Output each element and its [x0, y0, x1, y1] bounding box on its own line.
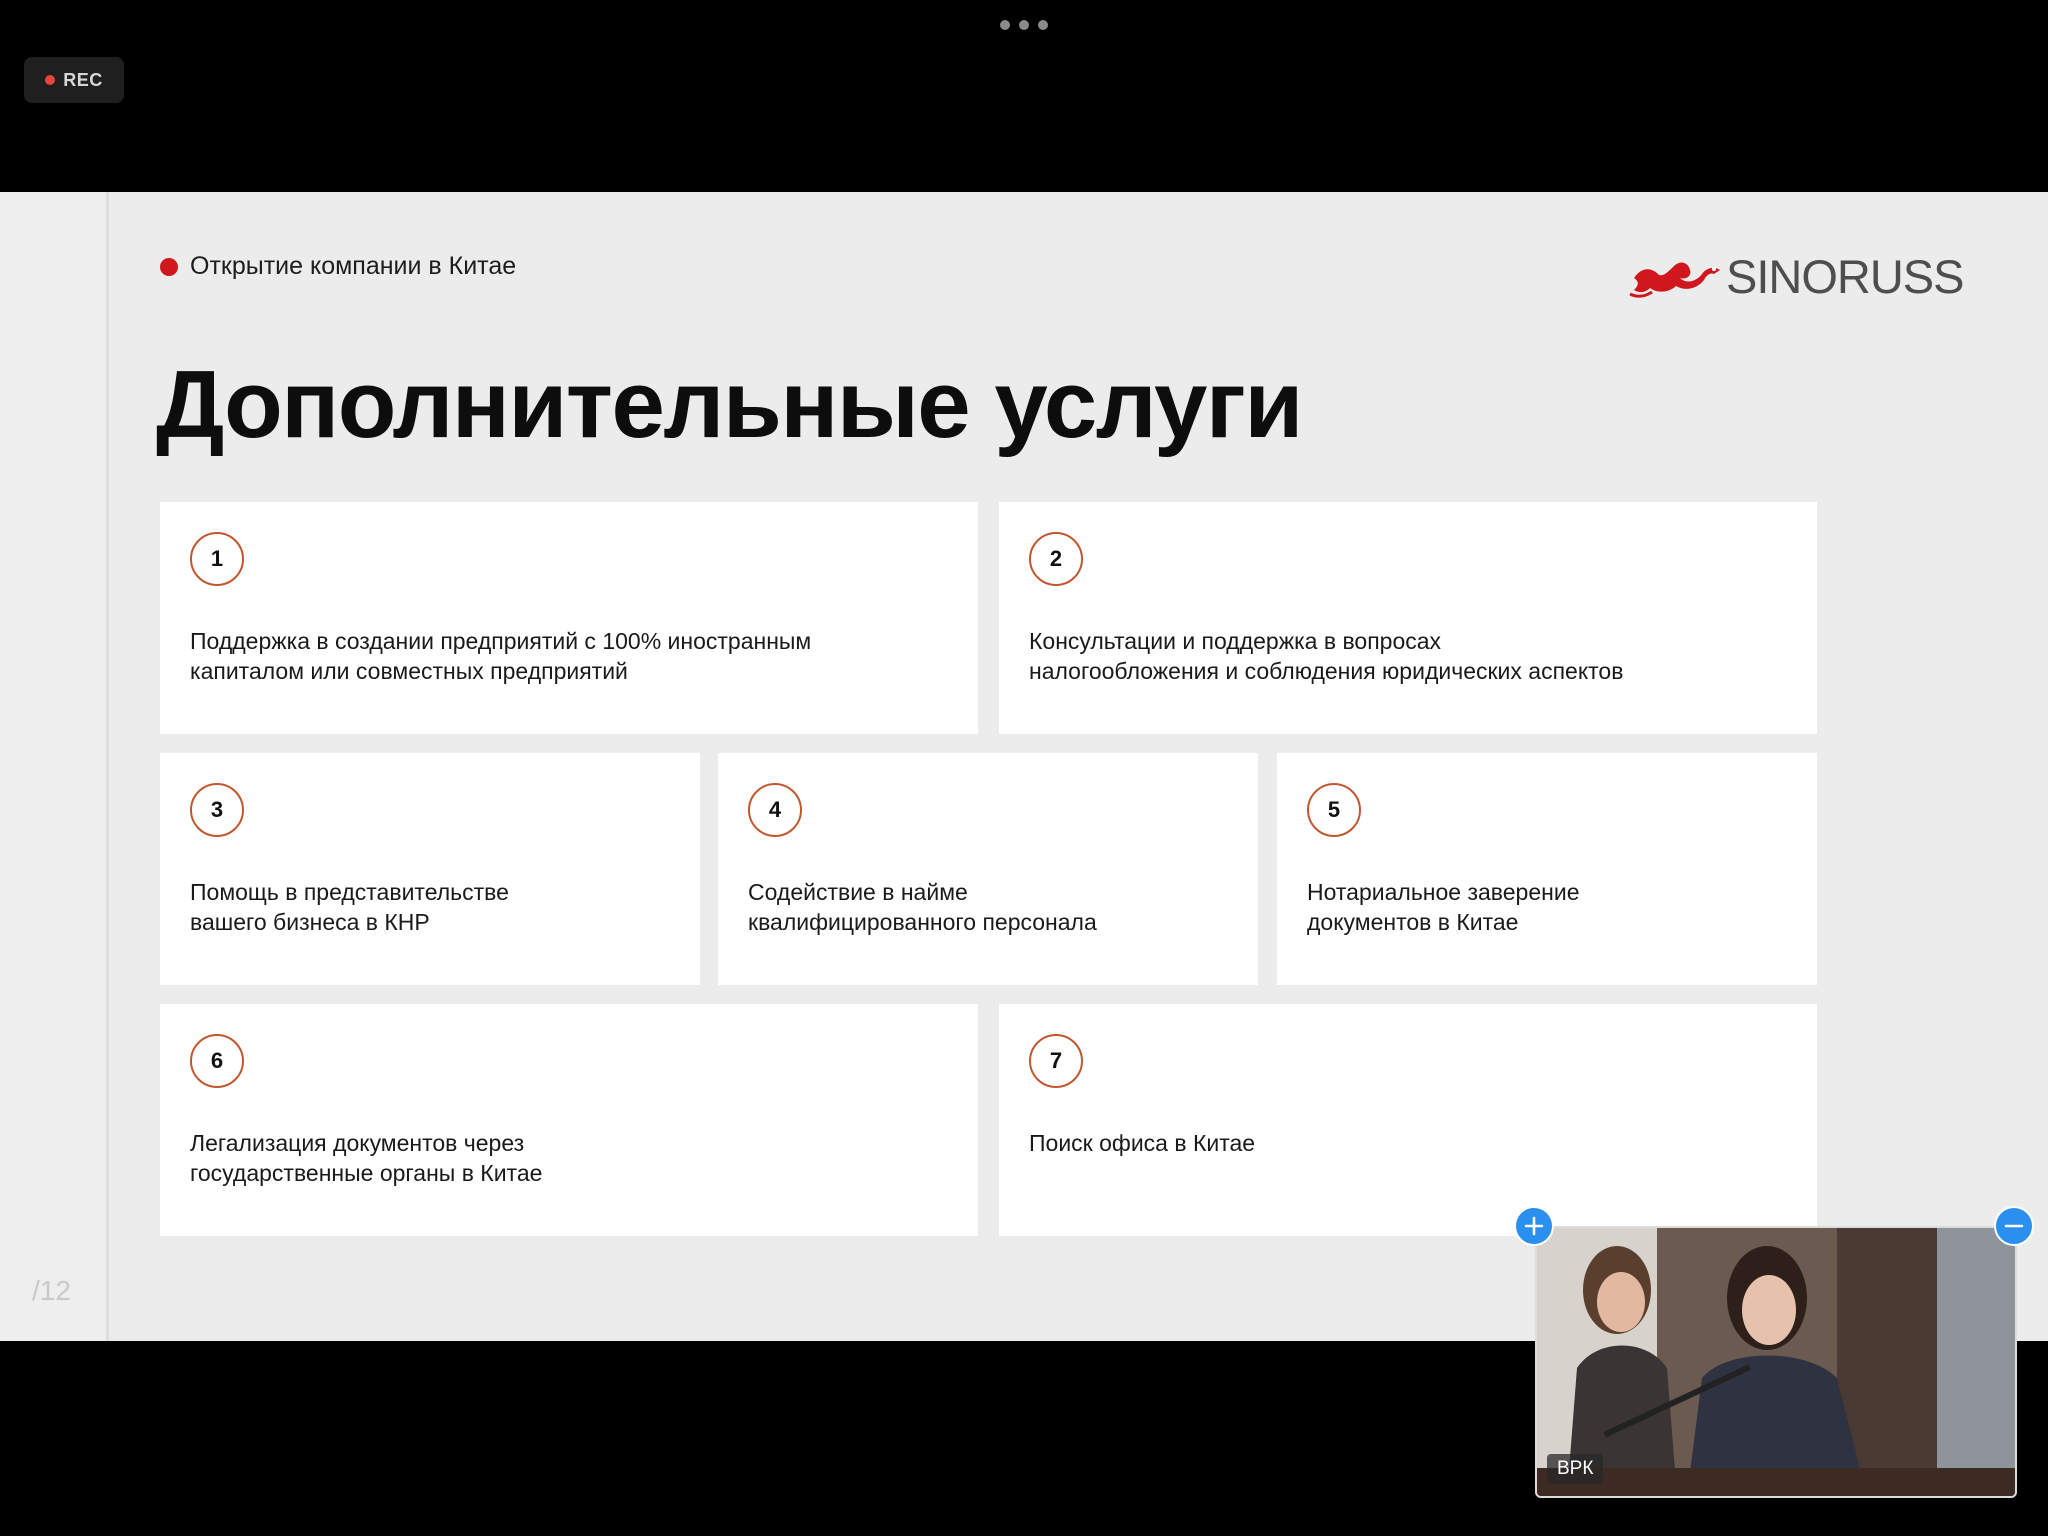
- service-card-5: 5 Нотариальное заверение документов в Ки…: [1277, 753, 1817, 985]
- dragon-icon: [1629, 262, 1720, 298]
- slide-title: Дополнительные услуги: [156, 351, 1303, 458]
- recording-indicator: REC: [24, 57, 124, 103]
- logo-text: SINORUSS: [1726, 249, 1964, 303]
- slide-kicker: Открытие компании в Китае: [160, 252, 516, 281]
- service-text: Легализация документов через государстве…: [190, 1130, 543, 1186]
- service-card-2: 2 Консультации и поддержка в вопросах на…: [999, 502, 1817, 734]
- service-text: Нотариальное заверение документов в Кита…: [1307, 879, 1580, 935]
- more-options-icon[interactable]: [1000, 18, 1048, 32]
- service-number: 1: [190, 532, 244, 586]
- service-number: 7: [1029, 1034, 1083, 1088]
- service-number: 2: [1029, 532, 1083, 586]
- service-card-3: 3 Помощь в представительстве вашего бизн…: [160, 753, 700, 985]
- kicker-text: Открытие компании в Китае: [190, 252, 517, 280]
- zoom-in-button[interactable]: [1514, 1206, 1554, 1246]
- shared-slide: /12 Открытие компании в Китае SINORUSS Д…: [0, 192, 2048, 1341]
- dot: [1038, 20, 1048, 30]
- service-text: Содействие в найме квалифицированного пе…: [748, 879, 1097, 935]
- slide-left-panel: [0, 192, 109, 1341]
- video-frame: [1537, 1228, 2015, 1496]
- recording-label: REC: [63, 69, 103, 90]
- service-number: 3: [190, 783, 244, 837]
- plus-icon: [1524, 1216, 1544, 1236]
- zoom-out-button[interactable]: [1994, 1206, 2034, 1246]
- service-text: Поддержка в создании предприятий с 100% …: [190, 628, 812, 684]
- service-number: 5: [1307, 783, 1361, 837]
- page-indicator: /12: [32, 1275, 71, 1306]
- participant-name: ВРК: [1547, 1454, 1604, 1484]
- service-number: 6: [190, 1034, 244, 1088]
- red-dot-icon: [160, 257, 178, 276]
- minus-icon: [2004, 1224, 2024, 1228]
- service-card-4: 4 Содействие в найме квалифицированного …: [718, 753, 1258, 985]
- recording-dot-icon: [45, 75, 56, 85]
- service-text: Поиск офиса в Китае: [1029, 1130, 1256, 1156]
- participant-video[interactable]: ВРК: [1535, 1226, 2017, 1498]
- service-text: Консультации и поддержка в вопросах нало…: [1029, 628, 1624, 684]
- dot: [1000, 20, 1010, 30]
- service-card-1: 1 Поддержка в создании предприятий с 100…: [160, 502, 978, 734]
- service-text: Помощь в представительстве вашего бизнес…: [190, 879, 509, 935]
- sinoruss-logo: SINORUSS: [1628, 248, 1988, 304]
- service-card-6: 6 Легализация документов через государст…: [160, 1004, 978, 1236]
- dot: [1019, 20, 1029, 30]
- service-number: 4: [748, 783, 802, 837]
- service-card-7: 7 Поиск офиса в Китае: [999, 1004, 1817, 1236]
